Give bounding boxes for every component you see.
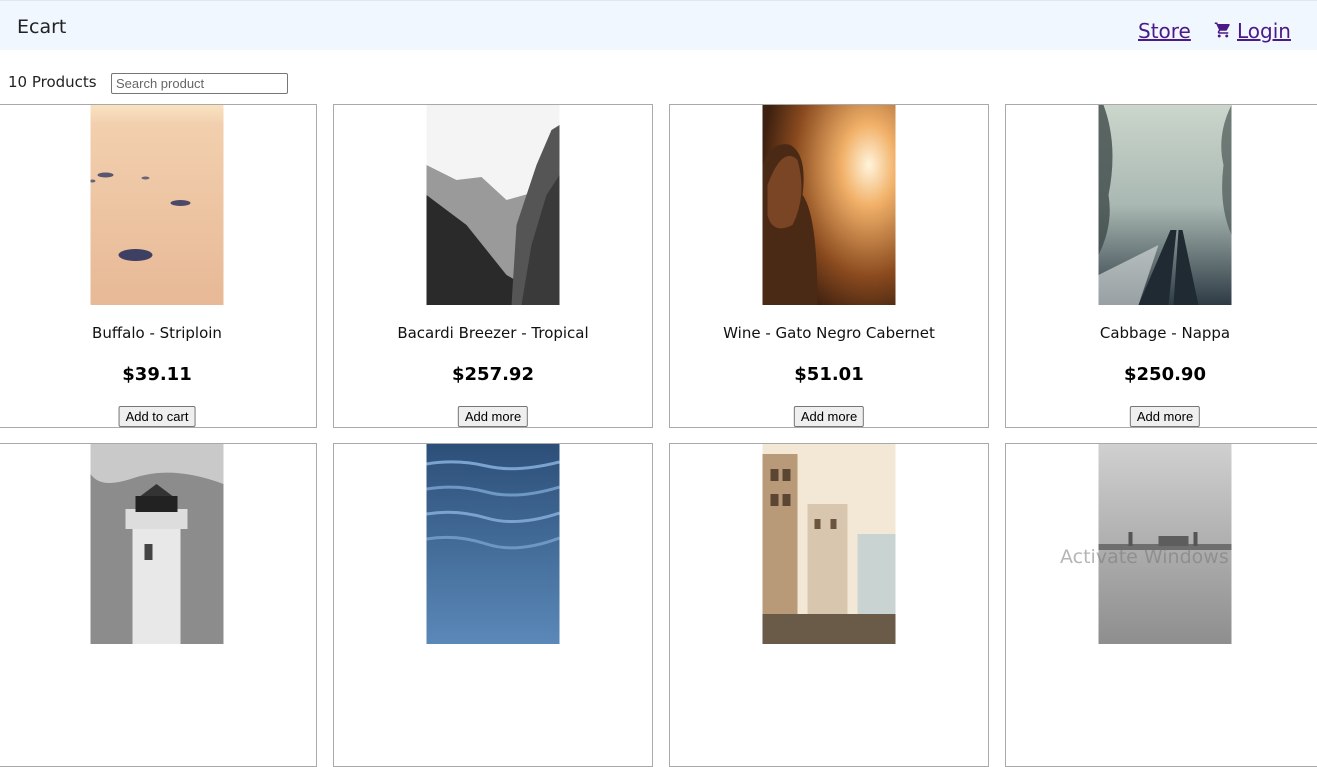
product-name: Buffalo - Striploin	[92, 324, 222, 342]
product-card: Cabbage - Nappa $250.90 Add more	[1005, 104, 1317, 428]
activate-windows-watermark: Activate Windows	[1060, 546, 1229, 568]
navbar: Ecart Store Login	[0, 0, 1317, 50]
product-image	[90, 444, 224, 644]
product-price: $39.11	[122, 364, 192, 385]
product-price: $51.01	[794, 364, 864, 385]
cart-icon[interactable]	[1214, 21, 1232, 39]
product-image	[1098, 444, 1232, 644]
product-image	[90, 105, 224, 305]
store-link[interactable]: Store	[1138, 19, 1191, 43]
login-link[interactable]: Login	[1237, 19, 1291, 43]
product-image	[426, 105, 560, 305]
product-card	[333, 443, 653, 767]
product-image	[426, 444, 560, 644]
product-card: Buffalo - Striploin $39.11 Add to cart	[0, 104, 317, 428]
add-more-button[interactable]: Add more	[793, 406, 865, 427]
product-card: Bacardi Breezer - Tropical $257.92 Add m…	[333, 104, 653, 428]
product-card	[669, 443, 989, 767]
product-image	[762, 105, 896, 305]
product-count: 10 Products	[8, 73, 97, 91]
product-name: Bacardi Breezer - Tropical	[397, 324, 589, 342]
product-card: Wine - Gato Negro Cabernet $51.01 Add mo…	[669, 104, 989, 428]
product-name: Cabbage - Nappa	[1099, 324, 1231, 342]
product-card	[0, 443, 317, 767]
brand-title[interactable]: Ecart	[17, 16, 66, 38]
search-input[interactable]	[111, 73, 288, 94]
product-image	[1098, 105, 1232, 305]
product-price: $257.92	[452, 364, 534, 385]
product-name: Wine - Gato Negro Cabernet	[723, 324, 935, 342]
product-image	[762, 444, 896, 644]
product-card	[1005, 443, 1317, 767]
product-price: $250.90	[1124, 364, 1206, 385]
add-to-cart-button[interactable]: Add to cart	[118, 406, 196, 427]
add-more-button[interactable]: Add more	[457, 406, 529, 427]
toolbar: 10 Products	[0, 60, 1317, 100]
add-more-button[interactable]: Add more	[1129, 406, 1201, 427]
